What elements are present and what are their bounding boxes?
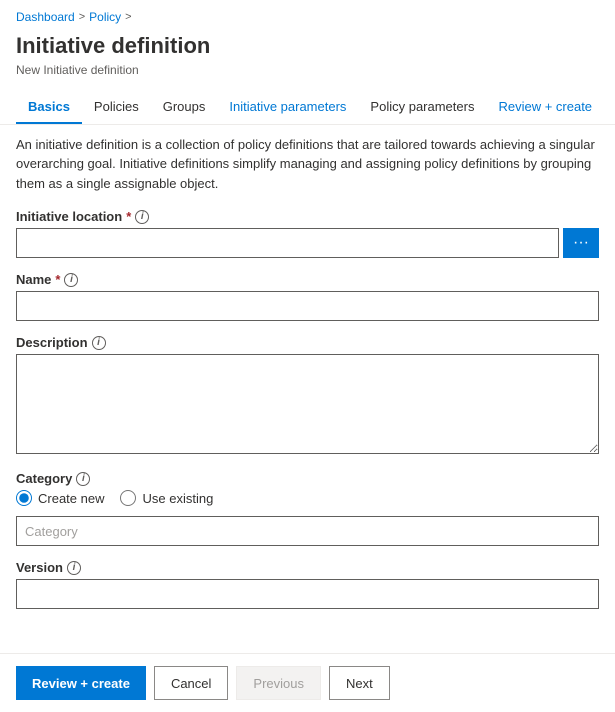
breadcrumb-policy[interactable]: Policy <box>89 10 121 24</box>
name-required-star: * <box>55 272 60 287</box>
description-field: Description i <box>16 335 599 457</box>
tab-policies[interactable]: Policies <box>82 91 151 124</box>
tabs-container: Basics Policies Groups Initiative parame… <box>0 91 615 125</box>
version-info-icon[interactable]: i <box>67 561 81 575</box>
category-field: Category i Create new Use existing <box>16 471 599 546</box>
description-info-icon[interactable]: i <box>92 336 106 350</box>
cancel-button[interactable]: Cancel <box>154 666 228 700</box>
page-header: Initiative definition New Initiative def… <box>0 28 615 79</box>
category-input[interactable] <box>16 516 599 546</box>
version-label: Version i <box>16 560 599 575</box>
form-section: Initiative location * i ··· Name * i Des… <box>0 209 615 609</box>
radio-create-new-label: Create new <box>38 491 104 506</box>
description-textarea[interactable] <box>16 354 599 454</box>
name-field: Name * i <box>16 272 599 321</box>
radio-use-existing[interactable]: Use existing <box>120 490 213 506</box>
initiative-location-field: Initiative location * i ··· <box>16 209 599 258</box>
breadcrumb-sep-2: > <box>125 11 131 23</box>
description-label: Description i <box>16 335 599 350</box>
page-title: Initiative definition <box>16 32 599 61</box>
radio-create-new[interactable]: Create new <box>16 490 104 506</box>
radio-create-new-input[interactable] <box>16 490 32 506</box>
radio-use-existing-input[interactable] <box>120 490 136 506</box>
tab-basics[interactable]: Basics <box>16 91 82 124</box>
breadcrumb-sep-1: > <box>79 11 85 23</box>
page-description: An initiative definition is a collection… <box>16 135 599 194</box>
breadcrumb: Dashboard > Policy > <box>0 0 615 28</box>
review-create-button[interactable]: Review + create <box>16 666 146 700</box>
initiative-location-input[interactable] <box>16 228 559 258</box>
category-label: Category i <box>16 471 599 486</box>
category-info-icon[interactable]: i <box>76 472 90 486</box>
name-label: Name * i <box>16 272 599 287</box>
footer: Review + create Cancel Previous Next <box>0 653 615 712</box>
version-field: Version i <box>16 560 599 609</box>
previous-button: Previous <box>236 666 321 700</box>
name-info-icon[interactable]: i <box>64 273 78 287</box>
name-input[interactable] <box>16 291 599 321</box>
next-button[interactable]: Next <box>329 666 390 700</box>
initiative-location-info-icon[interactable]: i <box>135 210 149 224</box>
category-radio-group: Create new Use existing <box>16 490 599 506</box>
page-subtitle: New Initiative definition <box>16 63 599 77</box>
radio-use-existing-label: Use existing <box>142 491 213 506</box>
breadcrumb-dashboard[interactable]: Dashboard <box>16 10 75 24</box>
initiative-location-input-row: ··· <box>16 228 599 258</box>
initiative-location-label: Initiative location * i <box>16 209 599 224</box>
tab-policy-parameters[interactable]: Policy parameters <box>358 91 486 124</box>
version-input[interactable] <box>16 579 599 609</box>
tab-initiative-parameters[interactable]: Initiative parameters <box>217 91 358 124</box>
required-star: * <box>126 209 131 224</box>
tab-groups[interactable]: Groups <box>151 91 218 124</box>
tab-review-create[interactable]: Review + create <box>486 91 604 124</box>
browse-button[interactable]: ··· <box>563 228 599 258</box>
